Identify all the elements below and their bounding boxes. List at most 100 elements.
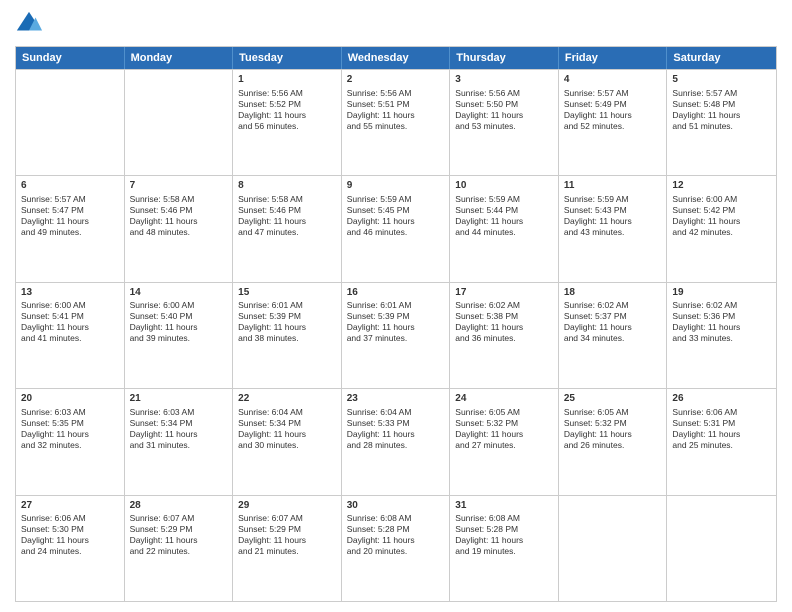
calendar-cell-6: 6Sunrise: 5:57 AMSunset: 5:47 PMDaylight… [16, 176, 125, 281]
day-number: 22 [238, 392, 336, 406]
day-info-line: and 25 minutes. [672, 440, 771, 451]
day-info-line: Daylight: 11 hours [455, 535, 553, 546]
day-number: 13 [21, 286, 119, 300]
day-content: Sunrise: 6:07 AMSunset: 5:29 PMDaylight:… [130, 513, 228, 557]
day-info-line: Sunrise: 6:04 AM [347, 407, 445, 418]
day-info-line: Daylight: 11 hours [130, 429, 228, 440]
day-info-line: Daylight: 11 hours [21, 322, 119, 333]
day-info-line: and 49 minutes. [21, 227, 119, 238]
day-info-line: Sunrise: 6:00 AM [672, 194, 771, 205]
calendar-cell-25: 25Sunrise: 6:05 AMSunset: 5:32 PMDayligh… [559, 389, 668, 494]
day-info-line: and 56 minutes. [238, 121, 336, 132]
day-content: Sunrise: 6:05 AMSunset: 5:32 PMDaylight:… [564, 407, 662, 451]
day-info-line: Sunrise: 6:03 AM [130, 407, 228, 418]
day-info-line: Daylight: 11 hours [21, 216, 119, 227]
calendar-cell-empty [125, 70, 234, 175]
calendar-cell-16: 16Sunrise: 6:01 AMSunset: 5:39 PMDayligh… [342, 283, 451, 388]
day-info-line: Sunset: 5:48 PM [672, 99, 771, 110]
day-info-line: Sunrise: 6:07 AM [238, 513, 336, 524]
day-content: Sunrise: 6:05 AMSunset: 5:32 PMDaylight:… [455, 407, 553, 451]
calendar-cell-23: 23Sunrise: 6:04 AMSunset: 5:33 PMDayligh… [342, 389, 451, 494]
calendar-cell-empty [16, 70, 125, 175]
day-info-line: Daylight: 11 hours [347, 535, 445, 546]
day-info-line: Sunset: 5:28 PM [455, 524, 553, 535]
day-info-line: Sunset: 5:33 PM [347, 418, 445, 429]
day-info-line: Sunrise: 5:56 AM [455, 88, 553, 99]
day-info-line: Sunset: 5:34 PM [130, 418, 228, 429]
day-info-line: Sunset: 5:52 PM [238, 99, 336, 110]
day-content: Sunrise: 6:00 AMSunset: 5:40 PMDaylight:… [130, 300, 228, 344]
day-info-line: Sunset: 5:32 PM [564, 418, 662, 429]
day-info-line: Sunrise: 5:57 AM [21, 194, 119, 205]
calendar-cell-30: 30Sunrise: 6:08 AMSunset: 5:28 PMDayligh… [342, 496, 451, 601]
day-info-line: Sunset: 5:28 PM [347, 524, 445, 535]
day-info-line: Sunset: 5:40 PM [130, 311, 228, 322]
day-number: 25 [564, 392, 662, 406]
day-info-line: Sunrise: 6:05 AM [564, 407, 662, 418]
day-info-line: Sunset: 5:46 PM [238, 205, 336, 216]
calendar-cell-15: 15Sunrise: 6:01 AMSunset: 5:39 PMDayligh… [233, 283, 342, 388]
calendar-cell-8: 8Sunrise: 5:58 AMSunset: 5:46 PMDaylight… [233, 176, 342, 281]
day-info-line: Sunrise: 5:57 AM [564, 88, 662, 99]
day-number: 4 [564, 73, 662, 87]
day-info-line: Daylight: 11 hours [21, 535, 119, 546]
day-info-line: and 52 minutes. [564, 121, 662, 132]
calendar-cell-empty [559, 496, 668, 601]
day-number: 14 [130, 286, 228, 300]
day-info-line: Sunrise: 6:05 AM [455, 407, 553, 418]
day-info-line: and 32 minutes. [21, 440, 119, 451]
day-info-line: Sunset: 5:42 PM [672, 205, 771, 216]
day-number: 19 [672, 286, 771, 300]
day-info-line: and 28 minutes. [347, 440, 445, 451]
day-number: 6 [21, 179, 119, 193]
day-info-line: Sunrise: 5:58 AM [238, 194, 336, 205]
day-number: 1 [238, 73, 336, 87]
calendar-cell-1: 1Sunrise: 5:56 AMSunset: 5:52 PMDaylight… [233, 70, 342, 175]
day-content: Sunrise: 6:06 AMSunset: 5:30 PMDaylight:… [21, 513, 119, 557]
calendar-cell-10: 10Sunrise: 5:59 AMSunset: 5:44 PMDayligh… [450, 176, 559, 281]
day-info-line: and 31 minutes. [130, 440, 228, 451]
day-info-line: Sunset: 5:46 PM [130, 205, 228, 216]
day-info-line: Sunrise: 5:56 AM [347, 88, 445, 99]
day-content: Sunrise: 6:03 AMSunset: 5:34 PMDaylight:… [130, 407, 228, 451]
logo [15, 10, 47, 38]
day-info-line: Sunrise: 6:08 AM [347, 513, 445, 524]
day-number: 8 [238, 179, 336, 193]
day-info-line: Daylight: 11 hours [130, 322, 228, 333]
calendar-cell-31: 31Sunrise: 6:08 AMSunset: 5:28 PMDayligh… [450, 496, 559, 601]
day-info-line: Daylight: 11 hours [564, 216, 662, 227]
day-content: Sunrise: 6:07 AMSunset: 5:29 PMDaylight:… [238, 513, 336, 557]
calendar-cell-7: 7Sunrise: 5:58 AMSunset: 5:46 PMDaylight… [125, 176, 234, 281]
day-info-line: Sunset: 5:36 PM [672, 311, 771, 322]
calendar-cell-28: 28Sunrise: 6:07 AMSunset: 5:29 PMDayligh… [125, 496, 234, 601]
day-info-line: Daylight: 11 hours [672, 110, 771, 121]
calendar-cell-26: 26Sunrise: 6:06 AMSunset: 5:31 PMDayligh… [667, 389, 776, 494]
day-info-line: and 30 minutes. [238, 440, 336, 451]
day-number: 11 [564, 179, 662, 193]
day-info-line: Sunrise: 6:08 AM [455, 513, 553, 524]
day-content: Sunrise: 5:58 AMSunset: 5:46 PMDaylight:… [238, 194, 336, 238]
day-content: Sunrise: 6:02 AMSunset: 5:37 PMDaylight:… [564, 300, 662, 344]
calendar-cell-19: 19Sunrise: 6:02 AMSunset: 5:36 PMDayligh… [667, 283, 776, 388]
calendar-body: 1 Sunrise: 5:56 AM Sunset: 5:52 PM Daylight… [16, 69, 776, 601]
day-content: Sunrise: 6:01 AMSunset: 5:39 PMDaylight:… [347, 300, 445, 344]
day-info-line: Sunset: 5:32 PM [455, 418, 553, 429]
day-info-line: Sunrise: 5:59 AM [347, 194, 445, 205]
day-number: 24 [455, 392, 553, 406]
day-content: Sunrise: 5:59 AMSunset: 5:44 PMDaylight:… [455, 194, 553, 238]
calendar-cell-5: 5Sunrise: 5:57 AMSunset: 5:48 PMDaylight… [667, 70, 776, 175]
calendar-cell-11: 11Sunrise: 5:59 AMSunset: 5:43 PMDayligh… [559, 176, 668, 281]
calendar-cell-18: 18Sunrise: 6:02 AMSunset: 5:37 PMDayligh… [559, 283, 668, 388]
calendar-cell-22: 22Sunrise: 6:04 AMSunset: 5:34 PMDayligh… [233, 389, 342, 494]
day-number: 20 [21, 392, 119, 406]
day-info-line: Daylight: 11 hours [564, 110, 662, 121]
calendar-cell-4: 4Sunrise: 5:57 AMSunset: 5:49 PMDaylight… [559, 70, 668, 175]
day-number: 10 [455, 179, 553, 193]
day-number: 28 [130, 499, 228, 513]
calendar-header: SundayMondayTuesdayWednesdayThursdayFrid… [16, 47, 776, 69]
day-content: Sunrise: 6:02 AMSunset: 5:36 PMDaylight:… [672, 300, 771, 344]
day-info-line: Daylight: 11 hours [238, 322, 336, 333]
day-content: Sunrise: 5:59 AMSunset: 5:43 PMDaylight:… [564, 194, 662, 238]
day-info-line: Daylight: 11 hours [347, 110, 445, 121]
calendar-cell-3: 3Sunrise: 5:56 AMSunset: 5:50 PMDaylight… [450, 70, 559, 175]
